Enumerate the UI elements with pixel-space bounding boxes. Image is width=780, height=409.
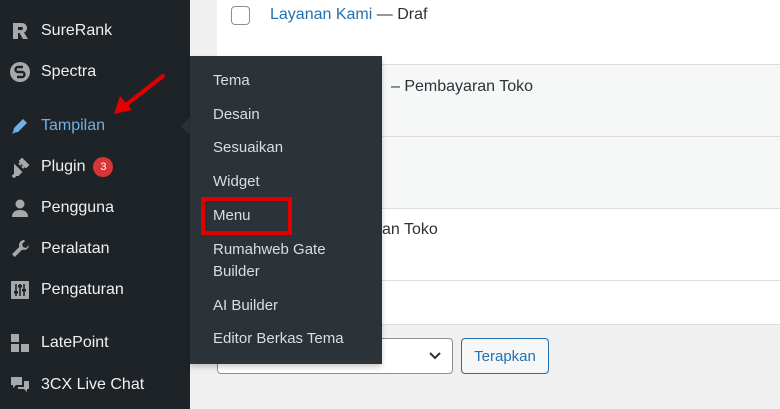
sidebar-item-peralatan[interactable]: Peralatan: [0, 230, 190, 268]
sidebar-item-label: SureRank: [41, 22, 113, 39]
settings-sliders-icon: [9, 279, 31, 301]
row-title: – Pembayaran Toko: [391, 78, 534, 95]
submenu-item-ai-builder[interactable]: AI Builder: [213, 295, 278, 317]
sidebar-item-surerank[interactable]: SureRank: [0, 12, 190, 50]
update-count-badge: 3: [93, 157, 114, 177]
submenu-item-desain[interactable]: Desain: [213, 104, 260, 126]
sidebar-item-label: Tampilan: [41, 117, 106, 134]
page-state: — Draf: [376, 6, 428, 23]
sidebar-item-label: LatePoint: [41, 334, 109, 351]
row-checkbox[interactable]: [231, 6, 250, 25]
submenu-item-rumahweb-gate-builder[interactable]: Rumahweb Gate Builder: [213, 239, 353, 283]
surerank-icon: [9, 20, 31, 42]
sidebar-item-latepoint[interactable]: LatePoint: [0, 324, 190, 362]
sidebar-item-3cx-live-chat[interactable]: 3CX Live Chat: [0, 366, 190, 404]
sidebar-item-pengaturan[interactable]: Pengaturan: [0, 271, 190, 309]
appearance-brush-icon: [9, 115, 31, 137]
wrench-icon: [9, 238, 31, 260]
admin-sidebar: SureRank Spectra Tampilan Plugin 3 Penggu…: [0, 0, 190, 409]
annotation-arrow-icon: [114, 74, 165, 114]
sidebar-item-label: Plugin: [41, 158, 86, 176]
sidebar-item-label: Pengaturan: [41, 281, 124, 298]
sidebar-item-pengguna[interactable]: Pengguna: [0, 189, 190, 227]
sidebar-item-label: Spectra: [41, 63, 97, 80]
submenu-item-widget[interactable]: Widget: [213, 171, 260, 193]
chevron-down-icon: [429, 352, 441, 360]
sidebar-item-plugin[interactable]: Plugin 3: [0, 148, 190, 186]
apply-button[interactable]: Terapkan: [461, 338, 549, 374]
row-title: Layanan Kami — Draf: [270, 6, 427, 24]
page-title-link[interactable]: Layanan Kami: [270, 6, 372, 23]
spectra-icon: [9, 61, 31, 83]
row-title: an Toko: [382, 221, 438, 238]
user-icon: [9, 197, 31, 219]
submenu-item-editor-berkas-tema[interactable]: Editor Berkas Tema: [213, 328, 344, 350]
plugin-icon: [9, 156, 31, 178]
chat-bubbles-icon: [9, 374, 31, 396]
sidebar-item-label: 3CX Live Chat: [41, 376, 145, 393]
sidebar-item-label: Pengguna: [41, 199, 114, 216]
submenu-item-sesuaikan[interactable]: Sesuaikan: [213, 137, 283, 159]
submenu-pointer: [181, 117, 190, 135]
annotation-highlight-box: [201, 197, 292, 235]
latepoint-icon: [9, 332, 31, 354]
submenu-item-tema[interactable]: Tema: [213, 70, 250, 92]
sidebar-item-label: Peralatan: [41, 240, 110, 257]
